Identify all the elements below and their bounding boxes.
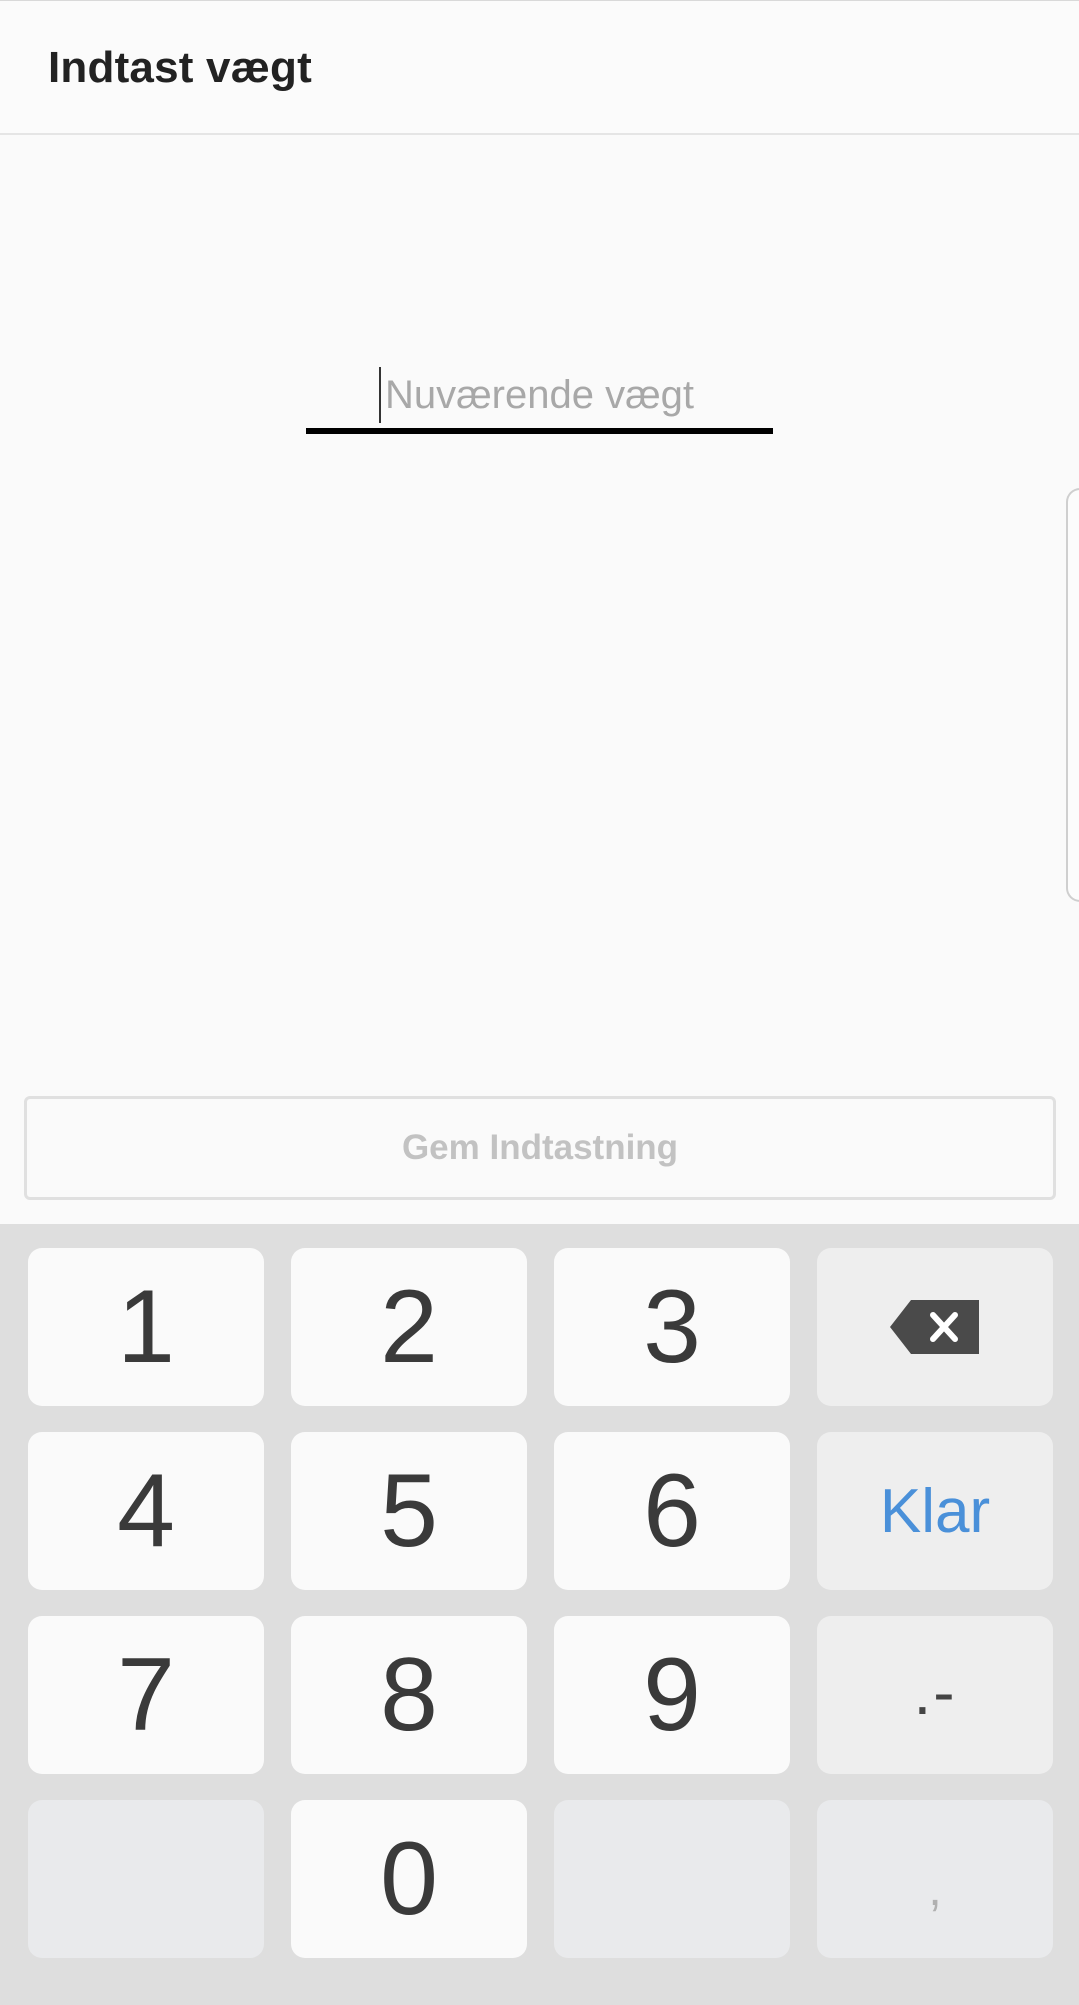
comma-key[interactable]: ,	[817, 1800, 1053, 1958]
dot-minus-key[interactable]: .-	[817, 1616, 1053, 1774]
done-key-label: Klar	[879, 1476, 991, 1546]
key-7[interactable]: 7	[28, 1616, 264, 1774]
key-9[interactable]: 9	[554, 1616, 790, 1774]
blank-key-right	[554, 1800, 790, 1958]
text-cursor	[379, 367, 381, 423]
weight-field[interactable]	[306, 362, 773, 436]
key-1[interactable]: 1	[28, 1248, 264, 1406]
app-header: Indtast vægt	[0, 1, 1079, 135]
backspace-key[interactable]	[817, 1248, 1053, 1406]
backspace-icon	[889, 1299, 981, 1355]
dot-minus-label: .-	[913, 1656, 957, 1728]
done-key[interactable]: Klar	[817, 1432, 1053, 1590]
key-3[interactable]: 3	[554, 1248, 790, 1406]
page-title: Indtast vægt	[48, 43, 312, 92]
numeric-keyboard: 1 2 3 4 5 6 Klar 7 8 9 .- 0 ,	[0, 1224, 1079, 2005]
app-screen: Indtast vægt Gem Indtastning 1 2 3 4 5 6…	[0, 0, 1079, 2005]
save-entry-button[interactable]: Gem Indtastning	[24, 1096, 1056, 1200]
key-5[interactable]: 5	[291, 1432, 527, 1590]
input-underline	[306, 428, 773, 434]
key-6[interactable]: 6	[554, 1432, 790, 1590]
blank-key-left	[28, 1800, 264, 1958]
comma-label: ,	[928, 1862, 942, 1916]
key-2[interactable]: 2	[291, 1248, 527, 1406]
key-0[interactable]: 0	[291, 1800, 527, 1958]
weight-input[interactable]	[306, 362, 773, 428]
edge-panel-handle[interactable]	[1066, 488, 1079, 902]
key-8[interactable]: 8	[291, 1616, 527, 1774]
key-4[interactable]: 4	[28, 1432, 264, 1590]
